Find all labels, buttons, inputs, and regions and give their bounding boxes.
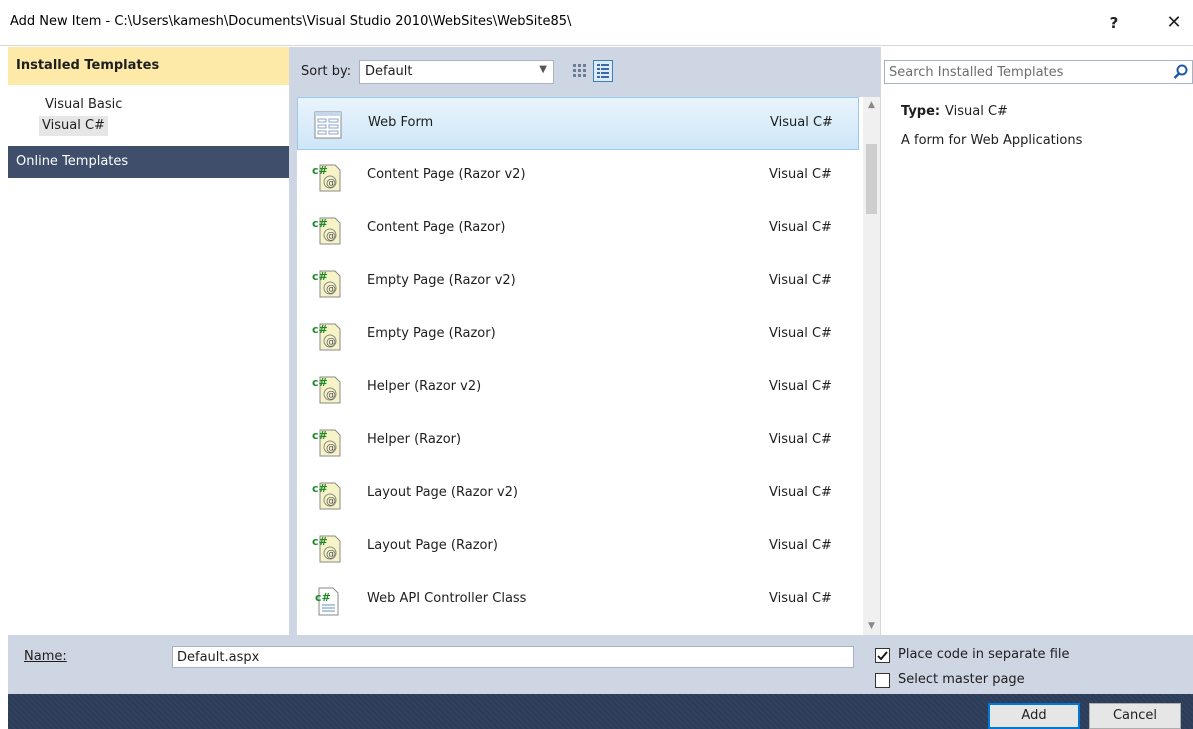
template-language: Visual C# [769,538,832,553]
template-language: Visual C# [769,591,832,606]
template-language: Visual C# [769,432,832,447]
svg-text:@: @ [326,390,336,401]
search-box[interactable] [884,60,1193,84]
template-language: Visual C# [769,167,832,182]
svg-text:@: @ [326,496,336,507]
scroll-down-icon[interactable]: ▼ [863,618,880,635]
select-master-page-checkbox[interactable] [875,673,890,688]
template-description: A form for Web Applications [901,133,1083,148]
template-language: Visual C# [769,379,832,394]
template-language: Visual C# [769,273,832,288]
svg-text:@: @ [326,337,336,348]
template-name: Helper (Razor v2) [367,379,482,394]
svg-text:c#: c# [312,429,328,442]
svg-text:c#: c# [312,482,328,495]
svg-text:@: @ [326,231,336,242]
template-row-helper-razor-v2[interactable]: c# @ Helper (Razor v2) Visual C# [297,362,859,415]
svg-text:@: @ [326,443,336,454]
template-language: Visual C# [769,326,832,341]
svg-text:@: @ [326,549,336,560]
template-language: Visual C# [770,115,833,130]
details-panel: Type: Visual C# A form for Web Applicati… [880,47,1193,635]
chevron-down-icon: ▼ [539,64,547,75]
svg-text:c#: c# [312,164,328,177]
installed-templates-label: Installed Templates [16,58,160,73]
type-label: Type: [901,104,941,119]
installed-templates-header[interactable]: Installed Templates [8,47,289,85]
dialog-footer: Add Cancel [8,694,1193,729]
csharp-razor-icon: c# @ [311,479,343,511]
item-options-area: Name: Place code in separate file Select… [8,635,1193,694]
template-name: Web Form [368,115,434,130]
scroll-up-icon[interactable]: ▲ [863,97,880,114]
svg-text:c#: c# [315,591,331,604]
cancel-button[interactable]: Cancel [1089,703,1181,729]
template-row-layout-page-razor-v2[interactable]: c# @ Layout Page (Razor v2) Visual C# [297,468,859,521]
place-code-checkbox[interactable] [875,648,890,663]
template-name: Helper (Razor) [367,432,462,447]
webform-icon [312,109,344,141]
svg-text:@: @ [326,178,336,189]
csharp-razor-icon: c# @ [311,267,343,299]
name-label: Name: [24,649,67,664]
title-bar: Add New Item - C:\Users\kamesh\Documents… [0,0,1193,46]
template-row-web-form[interactable]: Web Form Visual C# [297,97,859,150]
template-language: Visual C# [769,220,832,235]
svg-text:@: @ [326,284,336,295]
template-row-content-page-razor-v2[interactable]: c# @ Content Page (Razor v2) Visual C# [297,150,859,203]
csharp-razor-icon: c# @ [311,532,343,564]
csharp-razor-icon: c# @ [311,320,343,352]
type-value: Visual C# [945,104,1008,119]
category-visual-basic[interactable]: Visual Basic [42,95,125,115]
svg-text:c#: c# [312,270,328,283]
template-name: Content Page (Razor) [367,220,506,235]
online-templates-label: Online Templates [16,154,129,169]
template-row-web-api-controller-class[interactable]: c# Web API Controller Class Visual C# [297,574,859,627]
small-icons-view-icon[interactable] [570,60,590,82]
search-icon[interactable] [1173,64,1189,80]
search-input[interactable] [889,63,1164,81]
template-name: Web API Controller Class [367,591,527,606]
csharp-razor-icon: c# @ [311,214,343,246]
template-row-content-page-razor[interactable]: c# @ Content Page (Razor) Visual C# [297,203,859,256]
template-categories-panel: Installed Templates Visual Basic Visual … [8,47,289,635]
online-templates-item[interactable]: Online Templates [8,146,289,178]
sort-by-label: Sort by: [301,64,352,79]
details-view-icon[interactable] [593,60,613,82]
templates-panel: Sort by: Default ▼ Web Form Visual C# c#… [289,47,880,635]
csharp-razor-icon: c# @ [311,161,343,193]
name-field[interactable] [172,646,854,668]
close-button[interactable]: ✕ [1158,8,1190,38]
place-code-label[interactable]: Place code in separate file [898,647,1070,662]
csharp-class-icon: c# [311,585,343,617]
svg-text:c#: c# [312,376,328,389]
template-row-empty-page-razor[interactable]: c# @ Empty Page (Razor) Visual C# [297,309,859,362]
template-name: Empty Page (Razor) [367,326,496,341]
template-language: Visual C# [769,485,832,500]
sort-by-value: Default [365,64,413,79]
window-title: Add New Item - C:\Users\kamesh\Documents… [10,14,572,29]
template-name: Layout Page (Razor v2) [367,485,519,500]
templates-scrollbar[interactable]: ▲ ▼ [863,97,880,635]
template-row-empty-page-razor-v2[interactable]: c# @ Empty Page (Razor v2) Visual C# [297,256,859,309]
select-master-page-label[interactable]: Select master page [898,672,1025,687]
svg-text:c#: c# [312,535,328,548]
svg-text:c#: c# [312,323,328,336]
template-row-layout-page-razor[interactable]: c# @ Layout Page (Razor) Visual C# [297,521,859,574]
template-row-partial[interactable]: c# [297,627,859,635]
category-visual-csharp[interactable]: Visual C# [39,116,108,136]
help-button[interactable]: ? [1098,8,1130,38]
svg-text:c#: c# [312,217,328,230]
template-name: Layout Page (Razor) [367,538,498,553]
template-row-helper-razor[interactable]: c# @ Helper (Razor) Visual C# [297,415,859,468]
scrollbar-thumb[interactable] [866,144,877,214]
templates-list: Web Form Visual C# c# @ Content Page (Ra… [297,97,880,635]
csharp-razor-icon: c# @ [311,426,343,458]
template-name: Empty Page (Razor v2) [367,273,516,288]
csharp-razor-icon: c# @ [311,373,343,405]
add-button[interactable]: Add [988,703,1080,729]
sort-by-dropdown[interactable]: Default ▼ [359,60,554,84]
template-name: Content Page (Razor v2) [367,167,526,182]
